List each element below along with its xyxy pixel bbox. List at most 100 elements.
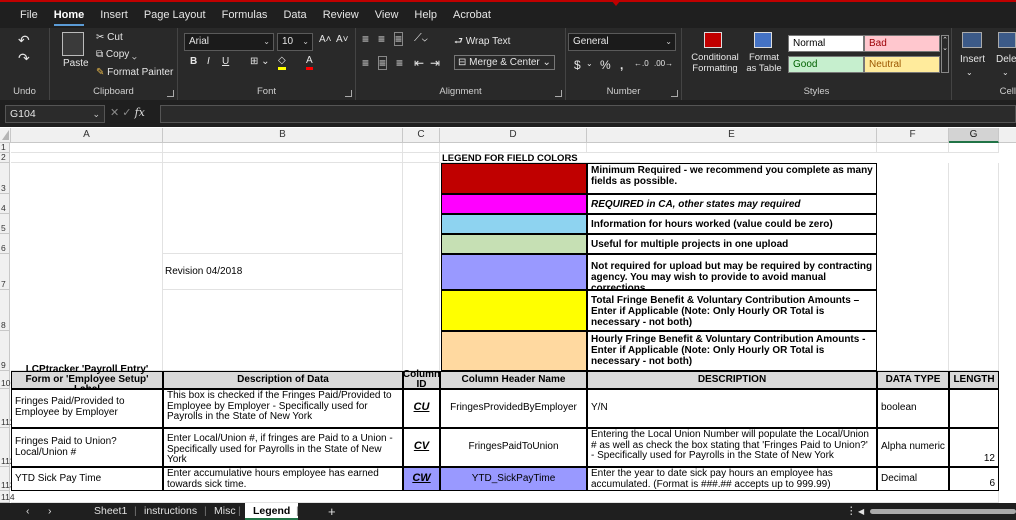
style-normal[interactable]: Normal	[788, 35, 864, 52]
decrease-decimal-icon[interactable]: .00→	[654, 59, 673, 68]
cell-e113[interactable]: Enter the year to date sick pay hours an…	[587, 467, 877, 491]
bold-button[interactable]: B	[190, 56, 197, 67]
format-painter-button[interactable]: ✎ Format Painter	[96, 67, 173, 78]
cell-a2[interactable]	[11, 153, 163, 163]
cell-d1[interactable]	[440, 143, 587, 153]
cell-e1[interactable]	[587, 143, 877, 153]
cell-b3-b6[interactable]	[163, 163, 403, 254]
align-center-icon[interactable]: ≡	[378, 56, 388, 70]
column-header-b[interactable]: B	[163, 128, 403, 143]
cell-d112[interactable]: FringesPaidToUnion	[440, 428, 587, 467]
cell-b113[interactable]: Enter accumulative hours employee has ea…	[163, 467, 403, 491]
increase-decimal-icon[interactable]: ←.0	[634, 59, 649, 68]
paste-button[interactable]: Paste	[63, 58, 89, 69]
cell-g1[interactable]	[949, 143, 999, 153]
cell-a111[interactable]: Fringes Paid/Provided to Employee by Emp…	[11, 389, 163, 428]
row-header-113[interactable]: 113	[0, 467, 15, 491]
font-size-select[interactable]: 10 ⌄	[277, 33, 313, 51]
column-header-c[interactable]: C	[403, 128, 440, 143]
cell-c112[interactable]: CV	[403, 428, 440, 467]
cell-f3-f9[interactable]	[877, 163, 949, 371]
row-header-112[interactable]: 112	[0, 428, 15, 467]
align-left-icon[interactable]: ≡	[362, 56, 369, 70]
menu-file[interactable]: File	[12, 4, 46, 26]
row-header-9[interactable]: 9	[0, 331, 10, 371]
cell-d113[interactable]: YTD_SickPayTime	[440, 467, 587, 491]
style-good[interactable]: Good	[788, 56, 864, 73]
cell-a3-a9[interactable]	[11, 163, 163, 371]
cell-g111[interactable]	[949, 389, 999, 428]
cell-e112[interactable]: Entering the Local Union Number will pop…	[587, 428, 877, 467]
cell-b2[interactable]	[163, 153, 403, 163]
insert-cells-button[interactable]: Insert	[960, 54, 985, 65]
cut-button[interactable]: ✂ Cut	[96, 32, 123, 43]
cell-b112[interactable]: Enter Local/Union #, if fringes are Paid…	[163, 428, 403, 467]
menu-view[interactable]: View	[367, 4, 407, 26]
delete-cells-button[interactable]: Dele	[996, 54, 1016, 65]
sheet-tab-legend[interactable]: Legend	[245, 503, 299, 520]
enter-icon[interactable]: ✓	[122, 107, 131, 119]
cell-b7[interactable]: Revision 04/2018	[163, 254, 403, 290]
column-header-a[interactable]: A	[11, 128, 163, 143]
row-header-5[interactable]: 5	[0, 214, 10, 234]
font-name-select[interactable]: Arial ⌄	[184, 33, 274, 51]
grow-font-icon[interactable]: A˄	[319, 34, 332, 45]
row-header-7[interactable]: 7	[0, 254, 10, 290]
align-bottom-icon[interactable]: ≡	[394, 32, 404, 46]
font-color-icon[interactable]: A	[306, 55, 313, 70]
cell-c111[interactable]: CU	[403, 389, 440, 428]
menu-acrobat[interactable]: Acrobat	[445, 4, 499, 26]
select-all-corner[interactable]	[0, 128, 11, 143]
cell-c2[interactable]	[403, 153, 440, 163]
sheet-tab-instructions[interactable]: instructions	[144, 503, 197, 520]
wrap-text-button[interactable]: ⮐ Wrap Text	[454, 34, 510, 51]
row-header-8[interactable]: 8	[0, 290, 10, 331]
undo-icon[interactable]: ↶	[18, 32, 30, 49]
cell-c113[interactable]: CW	[403, 467, 440, 491]
column-header-e[interactable]: E	[587, 128, 877, 143]
format-as-table-button[interactable]: Format as Table	[744, 52, 784, 74]
column-header-h[interactable]	[999, 128, 1016, 143]
cell-f112[interactable]: Alpha numeric	[877, 428, 949, 467]
horizontal-scrollbar[interactable]	[870, 509, 1016, 514]
merge-center-button[interactable]: ⊟ Merge & Center ⌄	[454, 55, 555, 70]
row-114-cells[interactable]	[11, 491, 999, 503]
decrease-indent-icon[interactable]: ⇤	[414, 56, 424, 70]
cell-a113[interactable]: YTD Sick Pay Time	[11, 467, 163, 491]
cell-c1[interactable]	[403, 143, 440, 153]
menu-insert[interactable]: Insert	[92, 4, 136, 26]
orientation-icon[interactable]: ⟋⌄	[414, 32, 428, 45]
conditional-formatting-button[interactable]: Conditional Formatting	[686, 52, 744, 74]
styles-more-icon[interactable]: ⌃ ⌄	[941, 35, 949, 73]
cell-e111[interactable]: Y/N	[587, 389, 877, 428]
next-sheet-icon[interactable]: ›	[48, 503, 52, 520]
cell-a112[interactable]: Fringes Paid to Union? Local/Union #	[11, 428, 163, 467]
borders-icon[interactable]: ⊞ ⌄	[250, 56, 270, 67]
italic-button[interactable]: I	[207, 56, 210, 67]
comma-button[interactable]: ,	[620, 58, 623, 72]
cell-b111[interactable]: This box is checked if the Fringes Paid/…	[163, 389, 403, 428]
menu-data[interactable]: Data	[275, 4, 314, 26]
cell-f1[interactable]	[877, 143, 949, 153]
menu-home[interactable]: Home	[46, 4, 93, 26]
underline-button[interactable]: U	[222, 56, 229, 67]
worksheet-grid[interactable]: A B C D E F G 1 2 3 4 5 6 7 8 9 10 111 1…	[0, 128, 1016, 503]
number-launcher-icon[interactable]	[671, 90, 678, 97]
cell-g112[interactable]: 12	[949, 428, 999, 467]
row-header-3[interactable]: 3	[0, 163, 10, 194]
number-format-select[interactable]: General ⌄	[568, 33, 676, 51]
copy-button[interactable]: ⧉ Copy ⌄	[96, 49, 137, 60]
currency-button[interactable]: $	[574, 58, 581, 72]
paste-icon[interactable]	[62, 32, 84, 56]
clipboard-launcher-icon[interactable]	[167, 90, 174, 97]
cell-f111[interactable]: boolean	[877, 389, 949, 428]
cell-c3-c9[interactable]	[403, 163, 440, 371]
menu-formulas[interactable]: Formulas	[214, 4, 276, 26]
sheet-tab-misc[interactable]: Misc	[214, 503, 236, 520]
font-launcher-icon[interactable]	[345, 90, 352, 97]
scroll-left-icon[interactable]: ◀	[858, 503, 864, 520]
add-sheet-icon[interactable]: +	[328, 503, 336, 520]
alignment-launcher-icon[interactable]	[555, 90, 562, 97]
redo-icon[interactable]: ↷	[18, 50, 30, 67]
cell-a1[interactable]	[11, 143, 163, 153]
